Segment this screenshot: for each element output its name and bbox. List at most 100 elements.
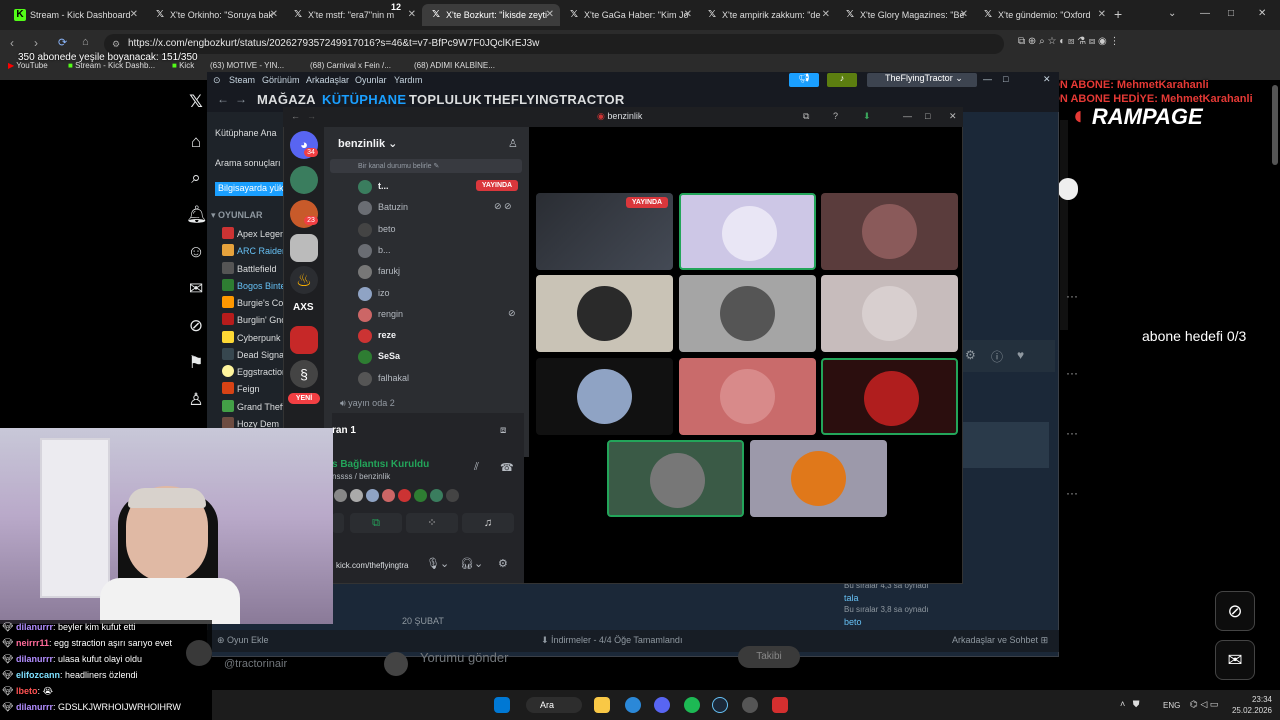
participant-tile[interactable] [821,275,958,352]
close-icon[interactable]: ✕ [270,4,278,26]
close-icon[interactable]: ✕ [960,4,968,26]
tab-search-icon[interactable]: ⌄ [1168,8,1176,19]
participant-tile[interactable] [821,193,958,270]
download-icon[interactable]: ⬇ [863,111,871,122]
headphones-icon[interactable]: 🎧︎⌄ [460,557,483,570]
discord-icon[interactable] [654,697,670,713]
participant-tile[interactable] [536,275,673,352]
installed-filter-button[interactable]: Bilgisayarda yük [215,182,285,196]
nav-community[interactable]: TOPLULUK [409,92,482,107]
voice-connected-status[interactable]: s Bağlantısı Kuruldu [332,459,429,470]
tab-x-6[interactable]: 𝕏 X'te Glory Magazines: "Be ✕ [836,4,974,26]
steam-icon[interactable] [712,697,728,713]
tray-icons[interactable]: ˄ ⛊ [1120,699,1140,710]
disconnect-icon[interactable]: ☎ [500,461,514,474]
info-icon[interactable]: ⓘ [991,348,1003,365]
game-item[interactable]: Apex Legends [222,227,286,239]
activities-button[interactable]: ⁘ [406,513,458,533]
participant-tile[interactable] [607,440,744,517]
participant-tile[interactable] [679,358,816,435]
screen-share-button[interactable]: ⧉ [350,513,402,533]
close-window-icon[interactable]: ✕ [1258,8,1266,19]
friends-chat-button[interactable]: Arkadaşlar ve Sohbet ⊞ [952,635,1048,646]
voice-channel-2[interactable]: 🔊︎ yayın oda 2 [340,398,395,409]
bookmark-icon[interactable]: ⚑ [186,353,206,373]
extension-icons[interactable]: ⧉ ⊕ ⌕ ☆ ◐ ⧇ ⚗ ⧈ ◉ ⋮ [1018,36,1120,47]
game-item[interactable]: Battlefield [222,262,286,274]
participant-tile[interactable] [679,275,816,352]
game-item[interactable]: Dead Signal [222,348,286,360]
game-item[interactable]: Burglin' Gnomes [222,313,286,325]
network-volume-icons[interactable]: ⌬ ◁ ▭ [1190,699,1218,710]
dc-minimize-icon[interactable]: — [903,111,912,121]
new-tab-button[interactable]: + [1114,6,1122,22]
more-icon[interactable]: ··· [1066,486,1078,500]
library-home[interactable]: Kütüphane Ana [215,128,277,138]
steam-minimize-icon[interactable]: — [983,74,992,84]
close-icon[interactable]: ✕ [684,4,692,26]
popout-icon[interactable]: ⧈ [500,425,506,436]
follow-icon[interactable]: ☺ [186,242,206,262]
participant-tile[interactable] [679,193,816,270]
notification-bell-icon[interactable]: ♪ [827,73,857,87]
announce-icon[interactable]: 📢︎ [789,73,819,87]
dc-close-icon[interactable]: ✕ [949,111,957,122]
user-settings-icon[interactable]: ⚙ [498,557,508,570]
page-scrollbar[interactable] [1272,85,1278,165]
edge-icon[interactable] [625,697,641,713]
game-item[interactable]: Grand Theft [222,400,286,412]
steam-maximize-icon[interactable]: □ [1003,74,1008,84]
more-icon[interactable]: ··· [1066,289,1078,303]
steam-forward-icon[interactable]: → [235,92,247,106]
channel-status-input[interactable]: Bir kanal durumu belirle ✎ [330,159,522,173]
settings-icon[interactable]: ⚙ [965,348,976,362]
back-icon[interactable]: ‹ [10,36,14,50]
bookmark-motive[interactable]: (63) MOTIVE - YIN... [210,61,284,70]
vivaldi-icon[interactable] [772,697,788,713]
follow-chip[interactable]: Takibi [738,646,800,668]
premium-icon[interactable]: ♙ [186,390,206,410]
help-icon[interactable]: ? [833,111,838,121]
x-follow-chip[interactable] [1058,178,1078,200]
server-icon[interactable] [290,326,318,354]
forward-icon[interactable]: › [34,36,38,50]
home-icon[interactable]: ⌂ [186,132,206,152]
fire-server-icon[interactable]: ♨ [290,266,318,294]
messages-icon[interactable]: ✉ [186,279,206,299]
bookmark-carnival[interactable]: (68) Carnival x Fein /... [310,61,391,70]
participant-tile[interactable] [536,358,673,435]
minimize-icon[interactable]: — [1200,8,1210,19]
axs-server-icon[interactable]: AXS [293,302,314,313]
add-member-icon[interactable]: ♙ [508,137,518,150]
menu-view[interactable]: Görünüm [262,75,300,85]
bookmark-adimi-kalbine[interactable]: (68) ADIMI KALBİNE... [414,61,495,70]
spotify-icon[interactable] [684,697,700,713]
dc-back-icon[interactable]: ← [291,111,300,121]
server-icon[interactable] [290,234,318,262]
menu-help[interactable]: Yardım [394,75,422,85]
nav-store[interactable]: MAĞAZA [257,92,316,107]
x-logo-icon[interactable]: 𝕏 [186,92,206,112]
close-icon[interactable]: ✕ [822,4,830,26]
home-icon[interactable]: ⌂ [82,36,89,48]
comment-input[interactable]: Yorumu gönder [420,650,508,665]
participant-tile[interactable] [821,358,958,435]
stream-tile[interactable]: YAYINDA [536,193,673,270]
grok-floating-icon[interactable]: ⊘ [1215,591,1255,631]
search-icon[interactable]: ⌕ [186,168,206,188]
steam-back-icon[interactable]: ← [217,92,229,106]
reload-icon[interactable]: ⟳ [58,36,67,49]
start-icon[interactable] [494,697,510,713]
add-game-button[interactable]: ⊕ Oyun Ekle [217,635,269,646]
search-results[interactable]: Arama sonuçları [215,158,281,168]
nav-library[interactable]: KÜTÜPHANE [322,92,406,107]
menu-steam[interactable]: Steam [229,75,255,85]
nav-profile[interactable]: THEFLYINGTRACTOR [484,92,625,107]
screen-icon[interactable]: ⧉ [803,111,809,122]
close-icon[interactable]: ✕ [130,4,138,26]
steam-close-icon[interactable]: ✕ [1043,74,1051,85]
close-icon[interactable]: ✕ [408,4,416,26]
favorite-icon[interactable]: ♥ [1017,348,1024,362]
url-bar[interactable]: ⚙ https://x.com/engbozkurt/status/202627… [104,34,1004,54]
menu-games[interactable]: Oyunlar [355,75,387,85]
